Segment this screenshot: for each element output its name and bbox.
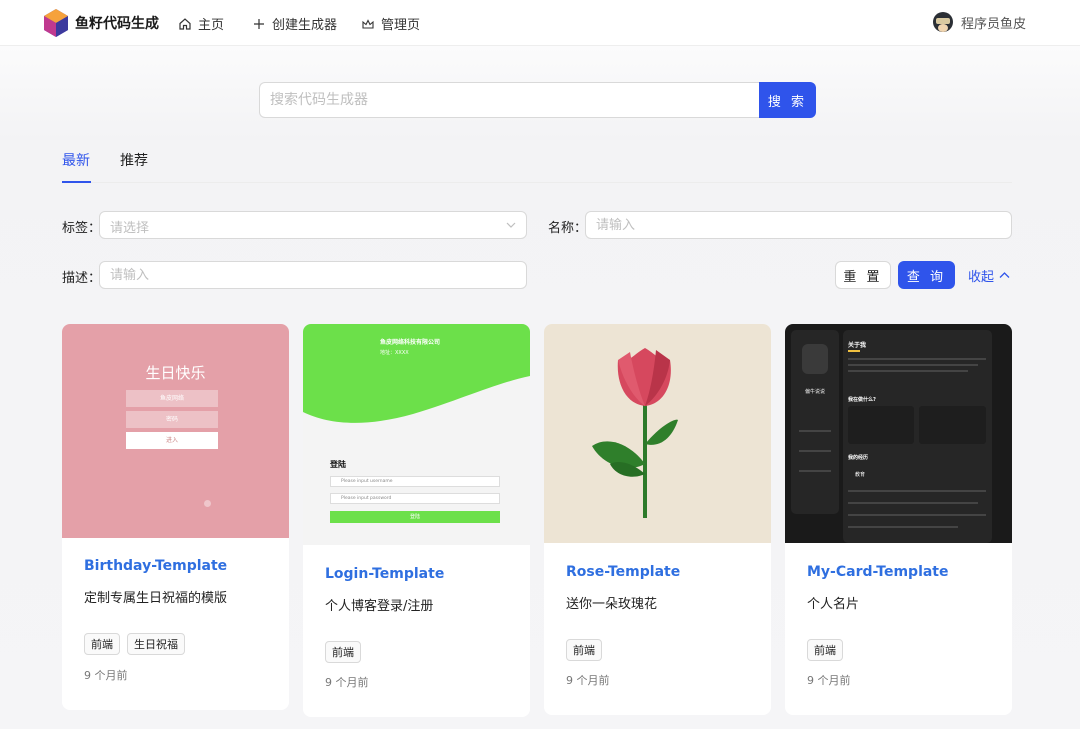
card-description: 个人博客登录/注册 — [325, 599, 434, 614]
generator-card-rose[interactable]: Rose-Template 送你一朵玫瑰花 前端 9 个月前 — [544, 324, 771, 715]
name-input[interactable] — [585, 211, 1012, 239]
cover-doing: 我在做什么? — [848, 397, 876, 403]
card-timestamp: 9 个月前 — [325, 676, 369, 689]
app-title[interactable]: 鱼籽代码生成 — [75, 13, 159, 33]
cover-line — [799, 470, 831, 472]
cover-experience: 我的经历 — [848, 455, 869, 461]
cover-text-line — [848, 526, 958, 528]
tab-active-indicator — [62, 181, 91, 183]
card-tags: 前端 — [325, 641, 361, 663]
card-tags: 前端 — [807, 639, 843, 661]
nav-admin[interactable]: 管理页 — [361, 14, 420, 33]
avatar[interactable] — [932, 12, 953, 32]
card-timestamp: 9 个月前 — [84, 669, 128, 682]
tag-select[interactable]: 请选择 — [99, 211, 527, 239]
cover-sidebar-panel: 偏牛说说 — [791, 330, 839, 514]
cover-text-line — [848, 370, 968, 372]
cover-field-1: 鱼皮网络 — [126, 390, 218, 407]
nav-admin-label: 管理页 — [381, 18, 421, 33]
cover-avatar — [802, 344, 828, 374]
cover-accent-line — [848, 350, 860, 352]
cover-name: 偏牛说说 — [804, 389, 825, 395]
tag-select-placeholder: 请选择 — [110, 221, 150, 236]
card-cover-image: 生日快乐 鱼皮网络 密码 进入 — [62, 324, 289, 538]
card-title[interactable]: Birthday-Template — [84, 558, 227, 574]
cover-field-2: 密码 — [126, 411, 218, 428]
top-header: 鱼籽代码生成 主页 创建生成器 管理页 程序员鱼皮 — [0, 0, 1080, 46]
card-description: 个人名片 — [807, 597, 860, 612]
tab-bar: 最新 推荐 — [62, 140, 1012, 183]
cover-about: 关于我 — [848, 342, 867, 349]
cover-heading: 生日快乐 — [145, 364, 206, 382]
card-tags: 前端 — [566, 639, 602, 661]
rose-illustration — [592, 348, 678, 519]
nav-home[interactable]: 主页 — [178, 14, 224, 33]
card-description: 送你一朵玫瑰花 — [566, 597, 658, 612]
cover-main-panel: 关于我 我在做什么? 我的经历 教育 — [843, 330, 992, 543]
card-title[interactable]: Rose-Template — [566, 564, 680, 580]
cover-box — [848, 406, 914, 444]
cover-line — [799, 430, 831, 432]
user-name: 程序员鱼皮 — [960, 16, 1026, 32]
chevron-down-icon — [506, 222, 516, 228]
name-filter-label: 名称： — [548, 221, 588, 236]
generator-card-mycard[interactable]: 偏牛说说 关于我 我在做什么? 我的经历 教育 My-Card-Template… — [785, 324, 1012, 715]
card-cover-image: 鱼皮网络科技有限公司 地址：XXXX 登陆 Please input usern… — [303, 324, 530, 545]
card-title[interactable]: My-Card-Template — [807, 564, 949, 580]
collapse-label: 收起 — [968, 270, 995, 285]
collapse-toggle[interactable]: 收起 — [968, 266, 1010, 285]
cover-text-line — [848, 514, 986, 516]
card-cover-image: 偏牛说说 关于我 我在做什么? 我的经历 教育 — [785, 324, 1012, 543]
reset-button[interactable]: 重 置 — [835, 261, 891, 289]
cover-box — [919, 406, 986, 444]
cover-text-line — [848, 490, 986, 492]
cover-company: 鱼皮网络科技有限公司 — [380, 339, 441, 346]
cover-button: 进入 — [126, 432, 218, 449]
plus-icon — [254, 18, 264, 29]
cover-login-button: 登陆 — [330, 511, 500, 523]
generator-card-birthday[interactable]: 生日快乐 鱼皮网络 密码 进入 Birthday-Template 定制专属生日… — [62, 324, 289, 710]
crown-icon — [362, 18, 374, 29]
tag-badge: 前端 — [84, 633, 120, 655]
cover-login-heading: 登陆 — [330, 460, 346, 469]
user-menu[interactable]: 程序员鱼皮 — [932, 12, 1026, 32]
logo-icon[interactable] — [44, 9, 68, 37]
generator-card-login[interactable]: 鱼皮网络科技有限公司 地址：XXXX 登陆 Please input usern… — [303, 324, 530, 717]
nav-create[interactable]: 创建生成器 — [252, 14, 337, 33]
tab-latest[interactable]: 最新 — [62, 150, 90, 170]
tag-filter-label: 标签： — [62, 221, 102, 236]
tag-badge: 前端 — [807, 639, 843, 661]
tag-badge: 前端 — [325, 641, 361, 663]
cover-password-field: Please input password — [330, 493, 500, 504]
card-timestamp: 9 个月前 — [807, 674, 851, 687]
tab-recommended[interactable]: 推荐 — [120, 150, 148, 170]
cover-edu: 教育 — [855, 472, 866, 478]
search-input[interactable] — [259, 82, 760, 118]
cover-line — [799, 450, 831, 452]
nav-home-label: 主页 — [198, 18, 225, 33]
cover-username-field: Please input username — [330, 476, 500, 487]
card-cover-image — [544, 324, 771, 543]
card-description: 定制专属生日祝福的模版 — [84, 591, 228, 606]
card-timestamp: 9 个月前 — [566, 674, 610, 687]
cover-dot — [204, 500, 211, 507]
tag-badge: 生日祝福 — [127, 633, 185, 655]
card-title[interactable]: Login-Template — [325, 566, 444, 582]
cover-address: 地址：XXXX — [380, 350, 409, 356]
search-button[interactable]: 搜 索 — [759, 82, 816, 118]
cover-text-line — [848, 364, 978, 366]
home-icon — [179, 17, 191, 30]
cover-text-line — [848, 358, 986, 360]
description-input[interactable] — [99, 261, 527, 289]
query-button[interactable]: 查 询 — [898, 261, 955, 289]
tag-badge: 前端 — [566, 639, 602, 661]
cover-text-line — [848, 502, 978, 504]
nav-create-label: 创建生成器 — [272, 18, 338, 33]
desc-filter-label: 描述： — [62, 271, 102, 286]
card-tags: 前端 生日祝福 — [84, 633, 185, 655]
chevron-up-icon — [999, 272, 1010, 278]
